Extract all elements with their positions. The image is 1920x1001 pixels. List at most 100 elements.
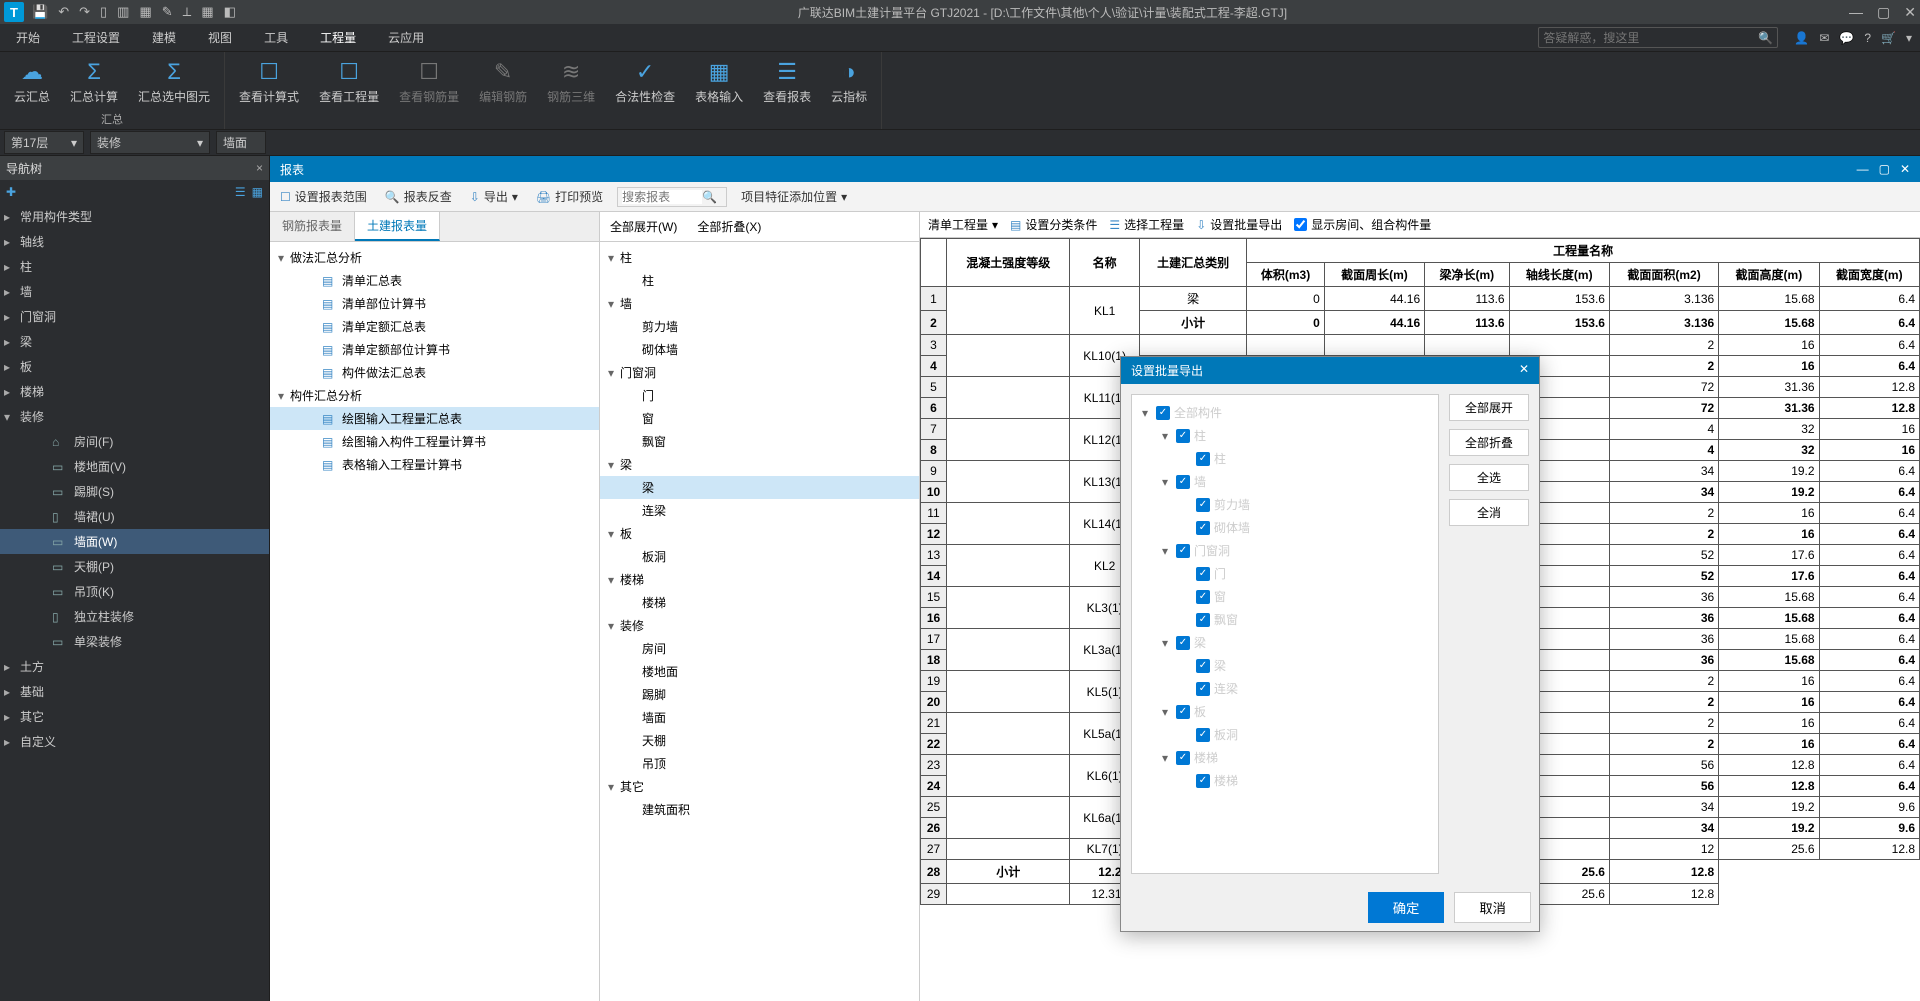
nav-tree-item[interactable]: ▸其它: [0, 704, 269, 729]
table-row[interactable]: 1KL1梁044.16113.6153.63.13615.686.4: [921, 287, 1920, 311]
report-search[interactable]: 🔍: [617, 187, 727, 207]
dialog-tree-item[interactable]: ▾✓墙: [1138, 470, 1432, 493]
nav-tree-item[interactable]: ▯墙裙(U): [0, 504, 269, 529]
help-icon[interactable]: ?: [1864, 31, 1871, 45]
ribbon-button[interactable]: ☰查看报表: [753, 54, 821, 105]
dialog-side-button[interactable]: 全消: [1449, 499, 1529, 526]
more-icon[interactable]: ▾: [1906, 31, 1912, 45]
nav-tree-item[interactable]: ▸门窗洞: [0, 304, 269, 329]
panel-maximize-icon[interactable]: ▢: [1879, 162, 1890, 176]
component-tree-item[interactable]: 砌体墙: [600, 338, 919, 361]
component-tree-item[interactable]: ▾门窗洞: [600, 361, 919, 384]
nav-tree-item[interactable]: ▭吊顶(K): [0, 579, 269, 604]
nav-tree-item[interactable]: ▭单梁装修: [0, 629, 269, 654]
nav-tree-item[interactable]: ▸基础: [0, 679, 269, 704]
panel-minimize-icon[interactable]: —: [1857, 162, 1869, 176]
show-room-checkbox[interactable]: 显示房间、组合构件量: [1294, 216, 1431, 233]
dialog-tree-item[interactable]: ✓柱: [1138, 447, 1432, 470]
nav-tree-item[interactable]: ▸土方: [0, 654, 269, 679]
settings-icon[interactable]: 🛒: [1881, 31, 1896, 45]
help-search[interactable]: 🔍: [1538, 27, 1778, 48]
search-icon[interactable]: 🔍: [1758, 31, 1773, 45]
expand-icon[interactable]: ▸: [4, 710, 16, 724]
ok-button[interactable]: 确定: [1368, 892, 1445, 923]
ribbon-button[interactable]: ☐查看工程量: [309, 54, 389, 105]
component-tree-item[interactable]: 门: [600, 384, 919, 407]
dialog-tree-item[interactable]: ✓砌体墙: [1138, 516, 1432, 539]
minimize-icon[interactable]: —: [1849, 4, 1863, 21]
ribbon-button[interactable]: ☁云汇总: [4, 54, 60, 105]
dialog-tree-item[interactable]: ▾✓梁: [1138, 631, 1432, 654]
checkbox-icon[interactable]: ✓: [1176, 429, 1190, 443]
checkbox-icon[interactable]: ✓: [1176, 475, 1190, 489]
save-icon[interactable]: 💾: [32, 4, 48, 20]
undo-icon[interactable]: ↶: [58, 4, 69, 20]
component-tree-item[interactable]: ▾墙: [600, 292, 919, 315]
expand-icon[interactable]: ▸: [4, 335, 16, 349]
component-tree-item[interactable]: 剪力墙: [600, 315, 919, 338]
nav-tree-item[interactable]: ▸自定义: [0, 729, 269, 754]
component-tree-item[interactable]: 窗: [600, 407, 919, 430]
nav-tree-item[interactable]: ▸板: [0, 354, 269, 379]
checkbox-icon[interactable]: ✓: [1196, 728, 1210, 742]
select-qty-button[interactable]: ☰选择工程量: [1109, 216, 1184, 233]
expand-icon[interactable]: ▾: [4, 410, 16, 424]
dialog-tree-item[interactable]: ✓连梁: [1138, 677, 1432, 700]
nav-list-icon[interactable]: ☰: [235, 185, 246, 199]
component-type-select[interactable]: 装修▾: [90, 131, 210, 154]
qat-icon[interactable]: ▯: [100, 4, 107, 20]
dialog-tree-item[interactable]: ▾✓楼梯: [1138, 746, 1432, 769]
dialog-close-icon[interactable]: ✕: [1519, 362, 1529, 379]
report-tree-item[interactable]: ▤清单定额部位计算书: [270, 338, 599, 361]
dialog-tree-item[interactable]: ▾✓门窗洞: [1138, 539, 1432, 562]
menu-item[interactable]: 工程量: [304, 24, 372, 51]
checkbox-icon[interactable]: ✓: [1196, 774, 1210, 788]
notify-icon[interactable]: ✉: [1819, 31, 1829, 45]
nav-tree-item[interactable]: ▸常用构件类型: [0, 204, 269, 229]
nav-tree-item[interactable]: ▭天棚(P): [0, 554, 269, 579]
nav-tree-item[interactable]: ▸轴线: [0, 229, 269, 254]
component-tree-item[interactable]: ▾装修: [600, 614, 919, 637]
component-tree-item[interactable]: ▾柱: [600, 246, 919, 269]
component-tree-item[interactable]: 连梁: [600, 499, 919, 522]
expand-icon[interactable]: ▸: [4, 385, 16, 399]
dialog-tree-item[interactable]: ▾✓板: [1138, 700, 1432, 723]
nav-tree-item[interactable]: ▾装修: [0, 404, 269, 429]
checkbox-icon[interactable]: ✓: [1196, 659, 1210, 673]
dialog-side-button[interactable]: 全选: [1449, 464, 1529, 491]
qat-icon[interactable]: ▥: [117, 4, 129, 20]
expand-icon[interactable]: ▸: [4, 310, 16, 324]
help-search-input[interactable]: [1543, 31, 1758, 45]
qat-icon[interactable]: ◧: [224, 4, 236, 20]
nav-tree-item[interactable]: ▸柱: [0, 254, 269, 279]
dialog-tree-item[interactable]: ▾✓全部构件: [1138, 401, 1432, 424]
nav-tree-item[interactable]: ▸楼梯: [0, 379, 269, 404]
checkbox-icon[interactable]: ✓: [1196, 521, 1210, 535]
expand-icon[interactable]: ▸: [4, 260, 16, 274]
search-icon[interactable]: 🔍: [702, 190, 717, 204]
component-tree-item[interactable]: 柱: [600, 269, 919, 292]
ribbon-button[interactable]: Σ汇总计算: [60, 54, 128, 105]
reverse-lookup-button[interactable]: 🔍报表反查: [381, 186, 456, 207]
ribbon-button[interactable]: Σ汇总选中图元: [128, 54, 220, 105]
expand-all-button[interactable]: 全部展开(W): [610, 218, 677, 235]
report-tree-item[interactable]: ▾构件汇总分析: [270, 384, 599, 407]
component-tree-item[interactable]: 飘窗: [600, 430, 919, 453]
cancel-button[interactable]: 取消: [1454, 892, 1531, 923]
nav-tree-item[interactable]: ▭墙面(W): [0, 529, 269, 554]
qat-icon[interactable]: ▦: [139, 4, 151, 20]
expand-icon[interactable]: ▸: [4, 360, 16, 374]
set-report-range-button[interactable]: ☐设置报表范围: [276, 186, 371, 207]
dialog-tree-item[interactable]: ✓楼梯: [1138, 769, 1432, 792]
checkbox-icon[interactable]: ✓: [1196, 498, 1210, 512]
qat-icon[interactable]: ⟂: [183, 4, 192, 20]
redo-icon[interactable]: ↷: [79, 4, 90, 20]
component-tree-item[interactable]: ▾梁: [600, 453, 919, 476]
qat-icon[interactable]: ✎: [162, 4, 173, 20]
component-tree-item[interactable]: 踢脚: [600, 683, 919, 706]
menu-item[interactable]: 云应用: [372, 24, 440, 51]
checkbox-icon[interactable]: ✓: [1196, 682, 1210, 696]
expand-icon[interactable]: ▸: [4, 235, 16, 249]
nav-tree-item[interactable]: ▯独立柱装修: [0, 604, 269, 629]
qty-mode-select[interactable]: 清单工程量 ▾: [928, 216, 998, 233]
